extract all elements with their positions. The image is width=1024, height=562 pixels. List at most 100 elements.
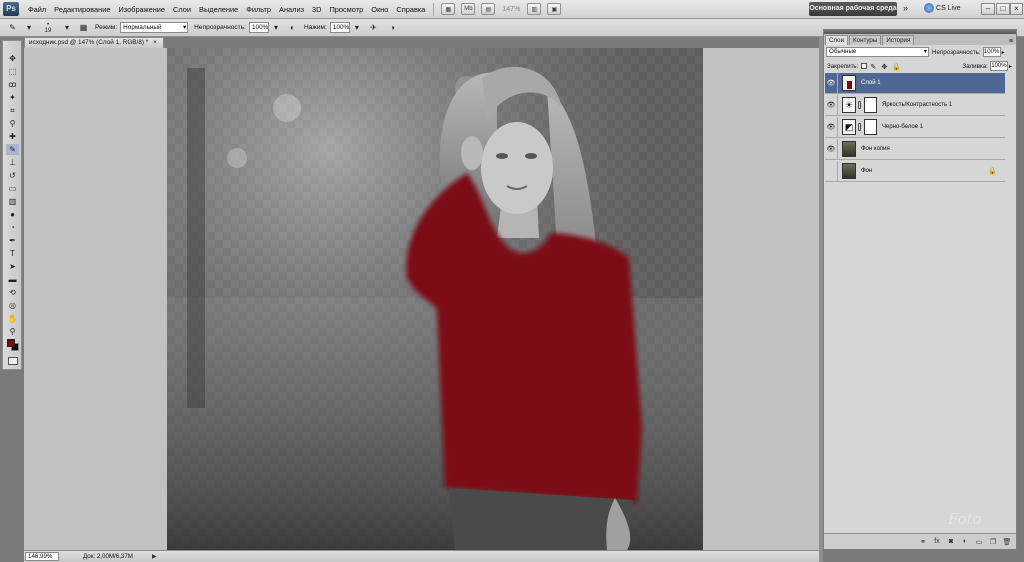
path-selection-tool-icon[interactable]: ➤ [6, 261, 19, 272]
brush-size-picker[interactable]: • 19 [39, 22, 57, 34]
image-canvas[interactable] [167, 48, 703, 550]
crop-tool-icon[interactable]: ⌗ [6, 105, 19, 116]
visibility-eye-icon[interactable]: 👁 [825, 73, 838, 93]
layer-opacity-input[interactable]: 100% [982, 47, 1001, 57]
pressure-input[interactable]: 100% [329, 22, 350, 33]
lasso-tool-icon[interactable]: ꝏ [6, 79, 19, 90]
close-button[interactable]: × [1010, 3, 1023, 15]
layer-row[interactable]: 👁 ◩ Черно-белое 1 [825, 117, 1005, 138]
menu-layers[interactable]: Слои [169, 5, 195, 14]
clone-stamp-tool-icon[interactable]: ⊥ [6, 157, 19, 168]
launch-mini-bridge-button[interactable]: Mb [461, 3, 476, 15]
link-layers-icon[interactable]: ⚭ [918, 537, 928, 546]
menu-3d[interactable]: 3D [308, 5, 325, 14]
menu-analysis[interactable]: Анализ [275, 5, 308, 14]
airbrush-icon[interactable]: ✈ [367, 22, 380, 34]
layer-row[interactable]: Фон 🔒 [825, 161, 1005, 182]
tab-paths[interactable]: Контуры [849, 35, 882, 45]
healing-brush-tool-icon[interactable]: ✚ [6, 131, 19, 142]
chevron-down-icon[interactable]: ▾ [25, 22, 33, 34]
layer-name[interactable]: Черно-белое 1 [882, 124, 923, 130]
layer-row[interactable]: 👁 Слой 1 [825, 73, 1005, 94]
lock-transparency-icon[interactable] [861, 63, 868, 69]
layer-row[interactable]: 👁 Фон копия [825, 139, 1005, 160]
menu-select[interactable]: Выделение [195, 5, 242, 14]
chevron-down-icon[interactable]: ▾ [353, 22, 361, 34]
view-extras-button[interactable]: ▤ [481, 3, 496, 15]
visibility-eye-icon[interactable] [825, 161, 838, 181]
delete-layer-icon[interactable]: 🗑 [1002, 537, 1012, 546]
move-tool-icon[interactable]: ✥ [6, 53, 19, 64]
menu-edit[interactable]: Редактирование [50, 5, 114, 14]
opacity-input[interactable]: 100% [248, 22, 269, 33]
arrange-documents-button[interactable]: ▥ [527, 3, 542, 15]
menu-window[interactable]: Окно [367, 5, 392, 14]
visibility-eye-icon[interactable]: 👁 [825, 95, 838, 115]
layer-style-icon[interactable]: fx [932, 537, 942, 546]
brush-tool-preset-icon[interactable]: ✎ [6, 22, 19, 34]
tablet-pressure-opacity-icon[interactable]: ◐ [286, 22, 299, 34]
type-tool-icon[interactable]: T [6, 248, 19, 259]
minimize-button[interactable]: – [981, 3, 995, 15]
layer-mask-thumbnail[interactable] [864, 97, 877, 113]
new-layer-icon[interactable]: ❐ [988, 537, 998, 546]
layer-name[interactable]: Фон копия [861, 146, 890, 152]
gradient-tool-icon[interactable]: ▥ [6, 196, 19, 207]
dodge-tool-icon[interactable]: ◔ [6, 222, 19, 233]
chevron-right-icon[interactable]: » [903, 3, 908, 13]
tablet-pressure-size-icon[interactable]: ◑ [386, 22, 399, 34]
brush-tool-icon[interactable]: ✎ [6, 144, 19, 155]
history-brush-tool-icon[interactable]: ↺ [6, 170, 19, 181]
link-icon[interactable] [858, 123, 861, 131]
layer-row[interactable]: 👁 ☀ Яркость/Контрастность 1 [825, 95, 1005, 116]
layer-name[interactable]: Слой 1 [861, 80, 881, 86]
cs-live-button[interactable]: CS Live [924, 3, 961, 13]
pen-tool-icon[interactable]: ✒ [6, 235, 19, 246]
blur-tool-icon[interactable]: ● [6, 209, 19, 220]
chevron-right-icon[interactable]: ▸ [1002, 49, 1005, 56]
tab-layers[interactable]: Слои [825, 35, 849, 45]
visibility-eye-icon[interactable]: 👁 [825, 117, 838, 137]
new-group-icon[interactable]: ▭ [974, 537, 984, 546]
panel-menu-icon[interactable]: ≡ [1009, 38, 1013, 45]
lock-all-icon[interactable]: 🔒 [892, 63, 901, 71]
maximize-button[interactable]: □ [996, 3, 1010, 15]
chevron-right-icon[interactable]: ▸ [1009, 63, 1012, 70]
shape-tool-icon[interactable]: ▬ [6, 274, 19, 285]
foreground-color-swatch[interactable] [7, 339, 15, 347]
3d-rotate-tool-icon[interactable]: ⟲ [6, 287, 19, 298]
quick-mask-icon[interactable] [8, 357, 18, 365]
close-tab-icon[interactable]: × [153, 39, 157, 46]
fill-input[interactable]: 100% [989, 61, 1008, 71]
status-menu-arrow-icon[interactable]: ▶ [152, 553, 157, 560]
visibility-eye-icon[interactable]: 👁 [825, 139, 838, 159]
menu-image[interactable]: Изображение [114, 5, 169, 14]
document-tab[interactable]: исходник.psd @ 147% (Слой 1, RGB/8) * × [24, 37, 164, 48]
3d-orbit-tool-icon[interactable]: ◎ [6, 300, 19, 311]
eyedropper-tool-icon[interactable]: ⚲ [6, 118, 19, 129]
lock-position-icon[interactable]: ✥ [881, 63, 889, 71]
chevron-down-icon[interactable]: ▾ [63, 22, 71, 34]
menu-help[interactable]: Справка [392, 5, 429, 14]
zoom-tool-icon[interactable]: ⚲ [6, 326, 19, 337]
brush-panel-toggle-icon[interactable]: ▦ [77, 22, 90, 34]
quick-selection-tool-icon[interactable]: ✦ [6, 92, 19, 103]
marquee-tool-icon[interactable]: ⬚ [6, 66, 19, 77]
layer-name[interactable]: Яркость/Контрастность 1 [882, 102, 952, 108]
mode-select[interactable]: Нормальный ▾ [120, 22, 189, 33]
menu-view[interactable]: Просмотр [325, 5, 367, 14]
new-adjustment-layer-icon[interactable]: ◐ [960, 537, 970, 546]
chevron-down-icon[interactable]: ▾ [272, 22, 280, 34]
status-zoom-input[interactable]: 146,99% [25, 552, 59, 561]
hand-tool-icon[interactable]: ✋ [6, 313, 19, 324]
add-mask-icon[interactable]: ◙ [946, 537, 956, 546]
menu-file[interactable]: Файл [24, 5, 50, 14]
layer-name[interactable]: Фон [861, 168, 872, 174]
tab-history[interactable]: История [882, 35, 915, 45]
blend-mode-select[interactable]: Обычные ▾ [826, 47, 929, 57]
launch-bridge-button[interactable]: ▦ [441, 3, 456, 15]
layer-mask-thumbnail[interactable] [864, 119, 877, 135]
link-icon[interactable] [858, 101, 861, 109]
zoom-level[interactable]: 147% [502, 6, 520, 13]
screen-mode-button[interactable]: ▣ [547, 3, 562, 15]
